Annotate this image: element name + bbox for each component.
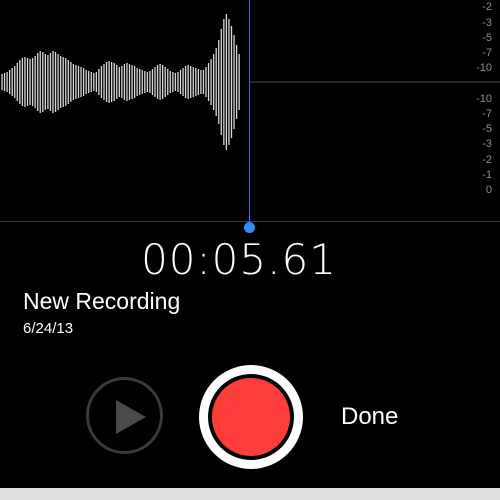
- scale-label: -7: [482, 47, 492, 59]
- scale-label: -10: [476, 93, 492, 105]
- play-icon: [116, 400, 146, 434]
- scale-label: -2: [482, 1, 492, 13]
- done-button[interactable]: Done: [341, 403, 398, 431]
- scale-label: 0: [485, 184, 492, 196]
- record-button[interactable]: [199, 365, 303, 469]
- scale-label: -5: [482, 32, 492, 44]
- record-button-ring: [208, 374, 294, 460]
- decibel-scale: -2 -3 -5 -7 -10 -10 -7 -5 -3 -2 -1 0: [462, 0, 492, 222]
- scale-label: -3: [482, 17, 492, 29]
- playhead[interactable]: [249, 0, 250, 228]
- scale-label: -10: [476, 62, 492, 74]
- scale-label: -1: [482, 169, 492, 181]
- playhead-handle[interactable]: [244, 222, 255, 233]
- scale-label: -7: [482, 108, 492, 120]
- waveform-area[interactable]: -2 -3 -5 -7 -10 -10 -7 -5 -3 -2 -1 0: [0, 0, 500, 222]
- scale-label: -2: [482, 154, 492, 166]
- bottom-strip: [0, 488, 500, 500]
- voice-memo-screen: -2 -3 -5 -7 -10 -10 -7 -5 -3 -2 -1 0 00:…: [0, 0, 500, 500]
- scale-label: -5: [482, 123, 492, 135]
- recording-title[interactable]: New Recording: [23, 288, 180, 315]
- recording-date: 6/24/13: [23, 320, 74, 337]
- play-button[interactable]: [86, 377, 163, 454]
- scale-label: -3: [482, 138, 492, 150]
- record-icon: [212, 378, 290, 456]
- recording-timer: 00:05.61: [141, 235, 337, 284]
- waveform: [1, 14, 500, 150]
